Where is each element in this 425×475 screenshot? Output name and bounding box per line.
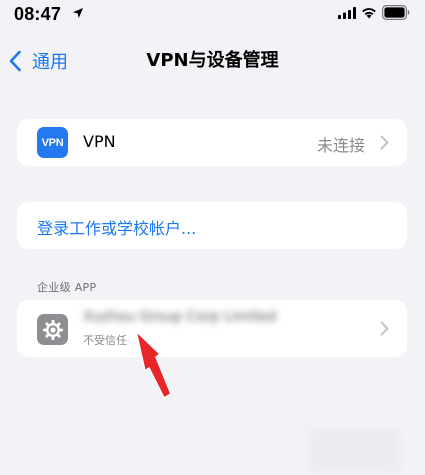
gear-icon [37,314,68,345]
status-bar: 08:47 [0,0,425,30]
wifi-icon [362,8,376,19]
login-work-school-link[interactable]: 登录工作或学校帐户... [37,215,196,239]
battery-icon [382,5,410,20]
vpn-device-management-screen: 08:47 通用 VPN与设备管理 VPN VPN 未连接 登录工作或学校帐户.… [0,0,425,475]
developer-name: Xuzhou Group Corp Limited [83,309,277,325]
enterprise-app-row[interactable]: Xuzhou Group Corp Limited 不受信任 [17,300,407,357]
chevron-right-icon [380,135,389,150]
signal-icon [338,7,356,19]
section-header-enterprise: 企业级 APP [37,281,97,294]
chevron-right-icon [380,321,389,336]
vpn-status: 未连接 [316,136,365,155]
blurred-area [308,428,400,472]
status-time: 08:47 [14,4,62,24]
vpn-label: VPN [83,132,116,151]
vpn-row[interactable]: VPN VPN 未连接 [17,119,407,166]
location-icon [73,8,83,18]
trust-status: 不受信任 [83,334,127,347]
navigation-bar: 通用 VPN与设备管理 [0,40,425,80]
vpn-app-icon: VPN [37,127,68,158]
page-title: VPN与设备管理 [146,50,279,71]
login-work-school-row[interactable]: 登录工作或学校帐户... [17,202,407,249]
